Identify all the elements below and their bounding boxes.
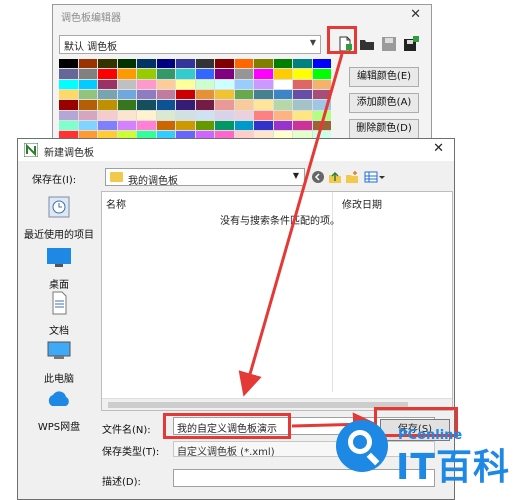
arrow-to-dialog — [238, 53, 344, 397]
pconline-logo-icon — [336, 420, 388, 472]
watermark-brand: PConline — [398, 428, 463, 443]
annotation-arrows — [238, 53, 377, 437]
watermark-text: IT百科 — [396, 447, 510, 488]
